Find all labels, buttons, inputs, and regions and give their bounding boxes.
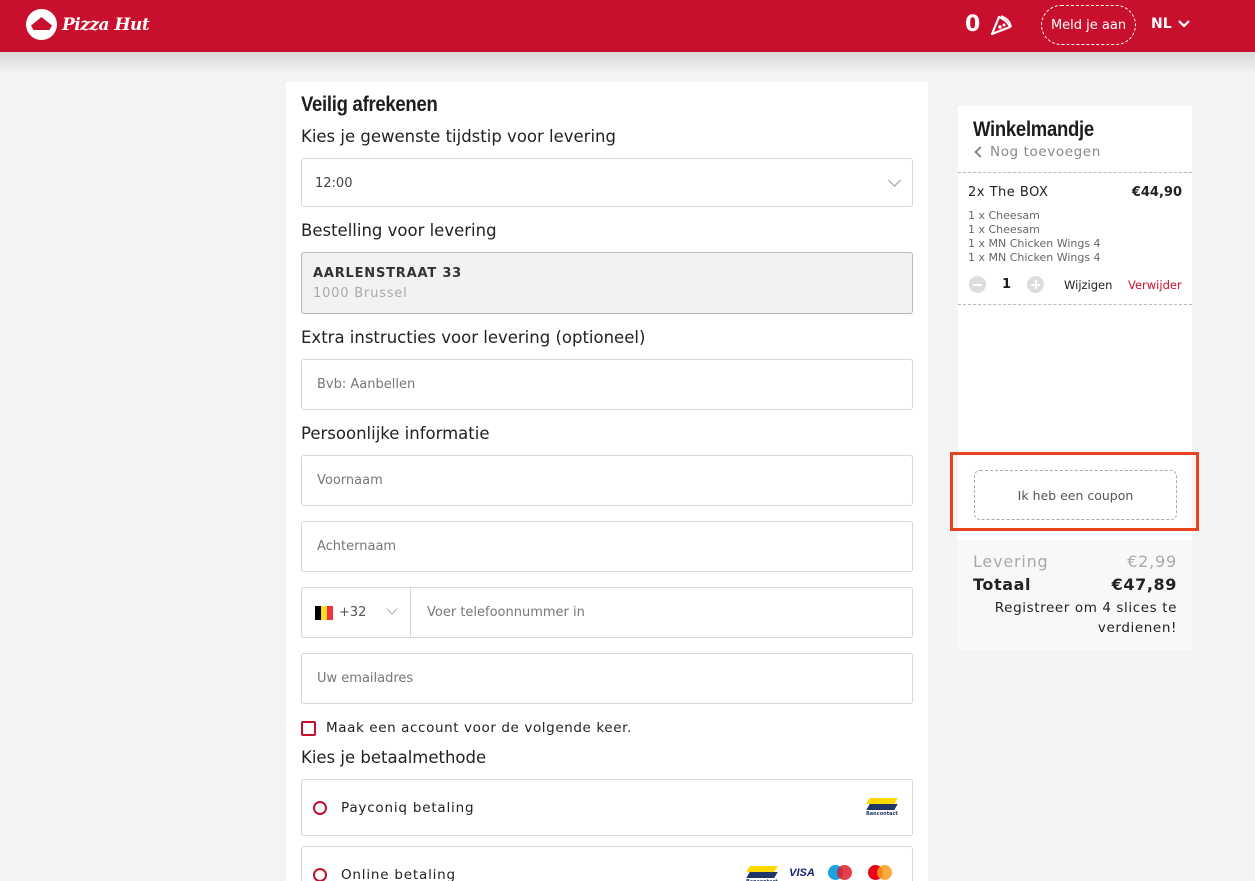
checkout-form: Veilig afrekenen Kies je gewenste tijdst… [286,82,928,881]
add-more-link[interactable]: Nog toevoegen [974,144,1101,160]
lastname-input[interactable] [302,522,912,571]
pizza-slice-icon[interactable] [990,14,1012,36]
payment-option-payconiq[interactable]: Payconiq betaling Bancontact [301,779,913,836]
address-city: 1000 Brussel [313,286,408,301]
total-label: Totaal [973,575,1032,594]
delivery-order-heading: Bestelling voor levering [301,221,497,240]
cart-item-name: 2x The BOX [968,185,1049,200]
cart-item-price: €44,90 [1131,185,1182,200]
firstname-field [301,455,913,506]
delivery-cost-label: Levering [973,552,1049,571]
add-more-label: Nog toevoegen [990,144,1101,160]
payment-method-heading: Kies je betaalmethode [301,748,487,767]
bancontact-icon: Bancontact [746,866,778,881]
header-shadow [0,52,1255,74]
delivery-instructions-input[interactable] [302,360,912,409]
total-value: €47,89 [1111,575,1177,594]
brand-name: Pizza Hut [62,14,150,35]
pizza-hut-logo[interactable]: Pizza Hut [26,9,150,40]
create-account-option[interactable]: Maak een account voor de volgende keer. [301,720,632,736]
order-summary: Levering €2,99 Totaal €47,89 Registreer … [958,540,1192,650]
payment-option-online[interactable]: Online betaling Bancontact VISA [301,846,913,881]
personal-info-heading: Persoonlijke informatie [301,424,490,443]
decrease-quantity-button[interactable] [969,276,986,293]
delivery-address: AARLENSTRAAT 33 1000 Brussel [301,252,913,314]
phone-field: +32 [301,587,913,638]
phone-input[interactable] [412,588,912,637]
country-code-select[interactable]: +32 [302,588,411,637]
loyalty-promo-text: Registreer om 4 slices te verdienen! [994,600,1177,636]
cart-sub-item: 1 x Cheesam [968,209,1040,222]
language-label: NL [1151,16,1172,32]
payconiq-label: Payconiq betaling [341,800,475,816]
payconiq-radio[interactable] [313,801,327,815]
chevron-down-icon [1177,20,1190,28]
edit-item-link[interactable]: Wijzigen [1064,278,1112,292]
chevron-down-icon [888,174,901,187]
delivery-instructions-heading: Extra instructies voor levering (optione… [301,328,646,347]
cart-sub-item: 1 x MN Chicken Wings 4 [968,237,1101,250]
login-button[interactable]: Meld je aan [1041,5,1136,45]
item-quantity: 1 [1002,277,1012,292]
firstname-input[interactable] [302,456,912,505]
belgium-flag-icon [315,606,333,620]
divider [958,172,1192,173]
divider [958,304,1192,305]
bancontact-text: Bancontact [866,811,898,817]
phone-input-wrapper [412,588,912,637]
page-title: Veilig afrekenen [301,93,438,116]
chevron-left-icon [974,146,986,158]
address-street: AARLENSTRAAT 33 [313,266,463,281]
cart-count[interactable]: 0 [965,12,980,37]
coupon-highlight-box [950,452,1199,531]
cart-sub-item: 1 x MN Chicken Wings 4 [968,251,1101,264]
online-payment-label: Online betaling [341,867,456,881]
online-payment-radio[interactable] [313,868,327,881]
increase-quantity-button[interactable] [1027,276,1044,293]
delivery-time-value: 12:00 [315,176,353,191]
total-row: Totaal €47,89 [973,575,1177,594]
delivery-time-select[interactable]: 12:00 [301,158,913,207]
chevron-down-icon [386,603,398,615]
remove-item-link[interactable]: Verwijder [1128,278,1182,292]
top-navigation-bar: Pizza Hut 0 Meld je aan NL [0,0,1255,52]
bancontact-icon: Bancontact [866,798,898,818]
visa-icon: VISA [789,867,815,879]
delivery-instructions-field [301,359,913,410]
language-selector[interactable]: NL [1151,16,1190,32]
email-input[interactable] [302,654,912,703]
delivery-time-heading: Kies je gewenste tijdstip voor levering [301,127,616,146]
create-account-label: Maak een account voor de volgende keer. [326,720,632,736]
cart-title: Winkelmandje [973,118,1094,141]
pizza-hut-roof-icon [26,9,57,40]
lastname-field [301,521,913,572]
delivery-cost-row: Levering €2,99 [973,552,1177,571]
dial-code: +32 [339,605,367,620]
cart-sub-item: 1 x Cheesam [968,223,1040,236]
create-account-checkbox[interactable] [301,720,316,736]
email-field [301,653,913,704]
delivery-cost-value: €2,99 [1127,552,1177,571]
